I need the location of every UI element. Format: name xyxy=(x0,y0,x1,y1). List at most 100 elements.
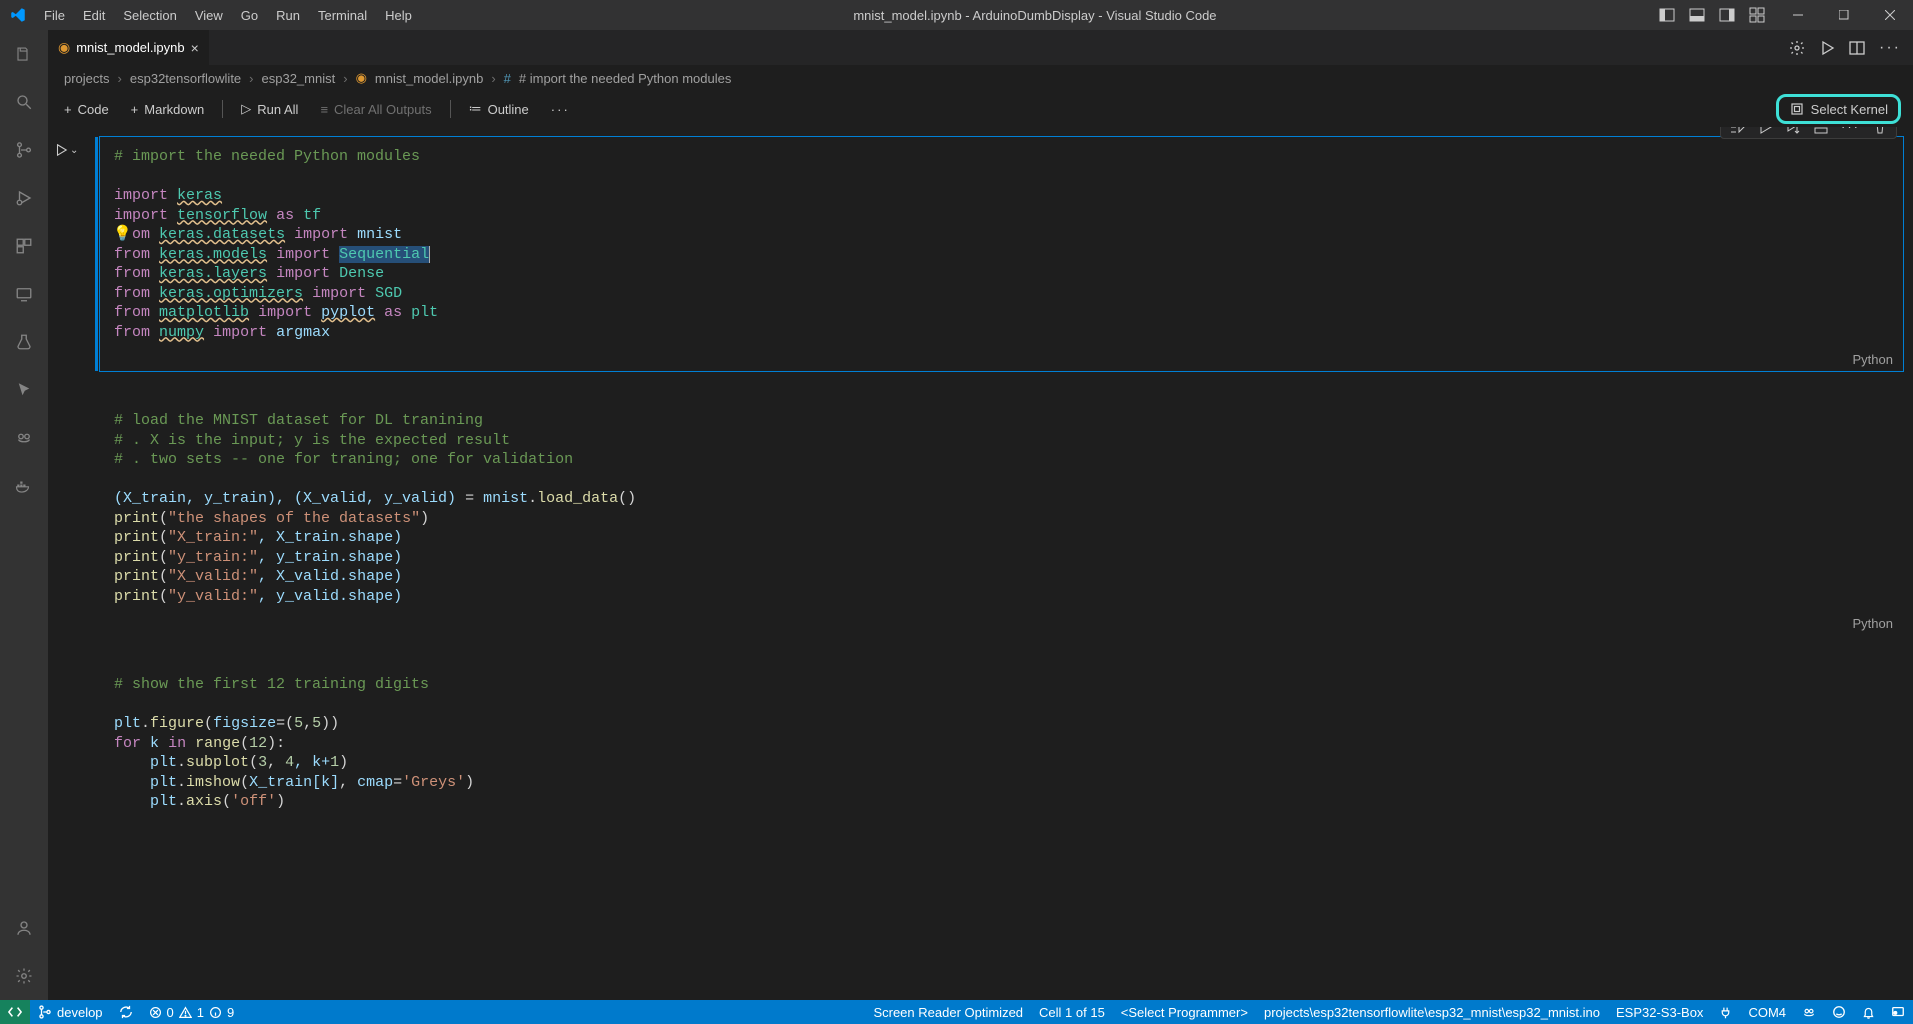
activity-extensions[interactable] xyxy=(0,222,48,270)
notifications-icon[interactable] xyxy=(1854,1000,1883,1024)
run-all-button[interactable]: ▷Run All xyxy=(237,99,302,119)
breadcrumb-item[interactable]: esp32tensorflowlite xyxy=(130,71,241,86)
activity-explorer[interactable] xyxy=(0,30,48,78)
code-editor[interactable]: # load the MNIST dataset for DL traninin… xyxy=(100,401,1903,614)
activity-remote-explorer[interactable] xyxy=(0,270,48,318)
toggle-right-sidebar-icon[interactable] xyxy=(1719,7,1735,23)
cell-gutter: ⌄ xyxy=(54,143,78,157)
menu-selection[interactable]: Selection xyxy=(114,8,185,23)
remote-indicator[interactable] xyxy=(0,1000,30,1024)
editor-actions: ··· xyxy=(1777,30,1913,65)
editor-area: ◉ mnist_model.ipynb × ··· projects› esp3… xyxy=(48,30,1913,1000)
run-cell-icon[interactable] xyxy=(54,143,68,157)
breadcrumb-item[interactable]: # import the needed Python modules xyxy=(519,71,731,86)
arduino-port[interactable]: COM4 xyxy=(1740,1000,1794,1024)
breadcrumb-item[interactable]: esp32_mnist xyxy=(262,71,336,86)
activity-search[interactable] xyxy=(0,78,48,126)
split-cell-icon[interactable] xyxy=(1813,127,1829,135)
plus-icon: + xyxy=(64,102,72,117)
sync-button[interactable] xyxy=(111,1000,141,1024)
more-toolbar-icon[interactable]: ··· xyxy=(547,100,574,119)
notebook-cell[interactable]: # show the first 12 training digits plt.… xyxy=(100,665,1903,820)
notebook-cell[interactable]: # load the MNIST dataset for DL traninin… xyxy=(100,401,1903,635)
outline-button[interactable]: ≔Outline xyxy=(465,99,533,119)
menu-file[interactable]: File xyxy=(35,8,74,23)
info-count: 9 xyxy=(227,1005,234,1020)
branch-name: develop xyxy=(57,1005,103,1020)
activity-source-control[interactable] xyxy=(0,126,48,174)
run-all-icon: ▷ xyxy=(241,101,251,117)
menu-edit[interactable]: Edit xyxy=(74,8,114,23)
execute-below-icon[interactable] xyxy=(1785,127,1801,135)
maximize-button[interactable] xyxy=(1821,0,1867,30)
breadcrumb-item[interactable]: mnist_model.ipynb xyxy=(375,71,483,86)
code-editor[interactable]: # import the needed Python modules impor… xyxy=(100,137,1903,350)
close-button[interactable] xyxy=(1867,0,1913,30)
plus-icon: + xyxy=(131,102,139,117)
divider xyxy=(450,100,451,118)
feedback-icon[interactable] xyxy=(1824,1000,1854,1024)
more-actions-icon[interactable]: ··· xyxy=(1879,39,1901,57)
notebook-scroll[interactable]: ⌄ ··· # import the needed Python modules… xyxy=(48,127,1913,1000)
activity-accounts[interactable] xyxy=(0,904,48,952)
activity-copilot[interactable] xyxy=(0,414,48,462)
warning-count: 1 xyxy=(197,1005,204,1020)
code-editor[interactable]: # show the first 12 training digits plt.… xyxy=(100,665,1903,820)
add-code-cell-button[interactable]: +Code xyxy=(60,100,113,119)
cell-language-label[interactable]: Python xyxy=(100,614,1903,635)
settings-icon[interactable] xyxy=(1789,40,1805,56)
activity-cursor[interactable] xyxy=(0,366,48,414)
menu-help[interactable]: Help xyxy=(376,8,421,23)
activity-docker[interactable] xyxy=(0,462,48,510)
status-bar: develop 0 1 9 Screen Reader Optimized Ce… xyxy=(0,1000,1913,1024)
menu-view[interactable]: View xyxy=(186,8,232,23)
tab-mnist-model[interactable]: ◉ mnist_model.ipynb × xyxy=(48,30,210,65)
more-cell-actions-icon[interactable]: ··· xyxy=(1841,127,1860,135)
error-count: 0 xyxy=(167,1005,174,1020)
screen-reader-status[interactable]: Screen Reader Optimized xyxy=(865,1000,1031,1024)
chevron-down-icon[interactable]: ⌄ xyxy=(70,145,78,156)
copilot-status-icon[interactable] xyxy=(1794,1000,1824,1024)
screencast-icon[interactable] xyxy=(1883,1000,1913,1024)
arduino-sketch-path[interactable]: projects\esp32tensorflowlite\esp32_mnist… xyxy=(1256,1000,1608,1024)
outline-icon: ≔ xyxy=(469,101,482,117)
customize-layout-icon[interactable] xyxy=(1749,7,1765,23)
breadcrumb-item[interactable]: projects xyxy=(64,71,110,86)
plug-icon[interactable] xyxy=(1711,1000,1740,1024)
add-markdown-cell-button[interactable]: +Markdown xyxy=(127,100,209,119)
menu-run[interactable]: Run xyxy=(267,8,309,23)
cell-language-label[interactable]: Python xyxy=(100,350,1903,371)
select-programmer[interactable]: <Select Programmer> xyxy=(1113,1000,1256,1024)
clear-outputs-button[interactable]: ≡Clear All Outputs xyxy=(316,100,435,119)
minimize-button[interactable] xyxy=(1775,0,1821,30)
cell-toolbar: ··· xyxy=(1720,127,1897,139)
run-icon[interactable] xyxy=(1819,40,1835,56)
cell-position[interactable]: Cell 1 of 15 xyxy=(1031,1000,1113,1024)
delete-cell-icon[interactable] xyxy=(1872,127,1888,135)
problems-indicator[interactable]: 0 1 9 xyxy=(141,1000,243,1024)
select-kernel-button[interactable]: Select Kernel xyxy=(1776,94,1901,124)
layout-controls xyxy=(1649,7,1775,23)
toggle-panel-icon[interactable] xyxy=(1689,7,1705,23)
tabs-row: ◉ mnist_model.ipynb × ··· xyxy=(48,30,1913,65)
vscode-logo-icon xyxy=(0,6,35,24)
git-branch[interactable]: develop xyxy=(30,1000,111,1024)
run-by-line-icon[interactable] xyxy=(1729,127,1745,135)
arduino-board[interactable]: ESP32-S3-Box xyxy=(1608,1000,1711,1024)
activity-settings[interactable] xyxy=(0,952,48,1000)
notebook-toolbar: +Code +Markdown ▷Run All ≡Clear All Outp… xyxy=(48,91,1913,127)
toggle-primary-sidebar-icon[interactable] xyxy=(1659,7,1675,23)
execute-cell-icon[interactable] xyxy=(1757,127,1773,135)
menu-terminal[interactable]: Terminal xyxy=(309,8,376,23)
menu-go[interactable]: Go xyxy=(232,8,267,23)
notebook-file-icon: ◉ xyxy=(58,39,70,56)
split-editor-icon[interactable] xyxy=(1849,40,1865,56)
clear-icon: ≡ xyxy=(320,102,328,117)
activity-run-debug[interactable] xyxy=(0,174,48,222)
tab-label: mnist_model.ipynb xyxy=(76,40,184,55)
notebook-cell[interactable]: ⌄ ··· # import the needed Python modules… xyxy=(100,137,1903,371)
window-controls xyxy=(1775,0,1913,30)
close-tab-icon[interactable]: × xyxy=(191,40,199,56)
breadcrumbs[interactable]: projects› esp32tensorflowlite› esp32_mni… xyxy=(48,65,1913,91)
activity-testing[interactable] xyxy=(0,318,48,366)
